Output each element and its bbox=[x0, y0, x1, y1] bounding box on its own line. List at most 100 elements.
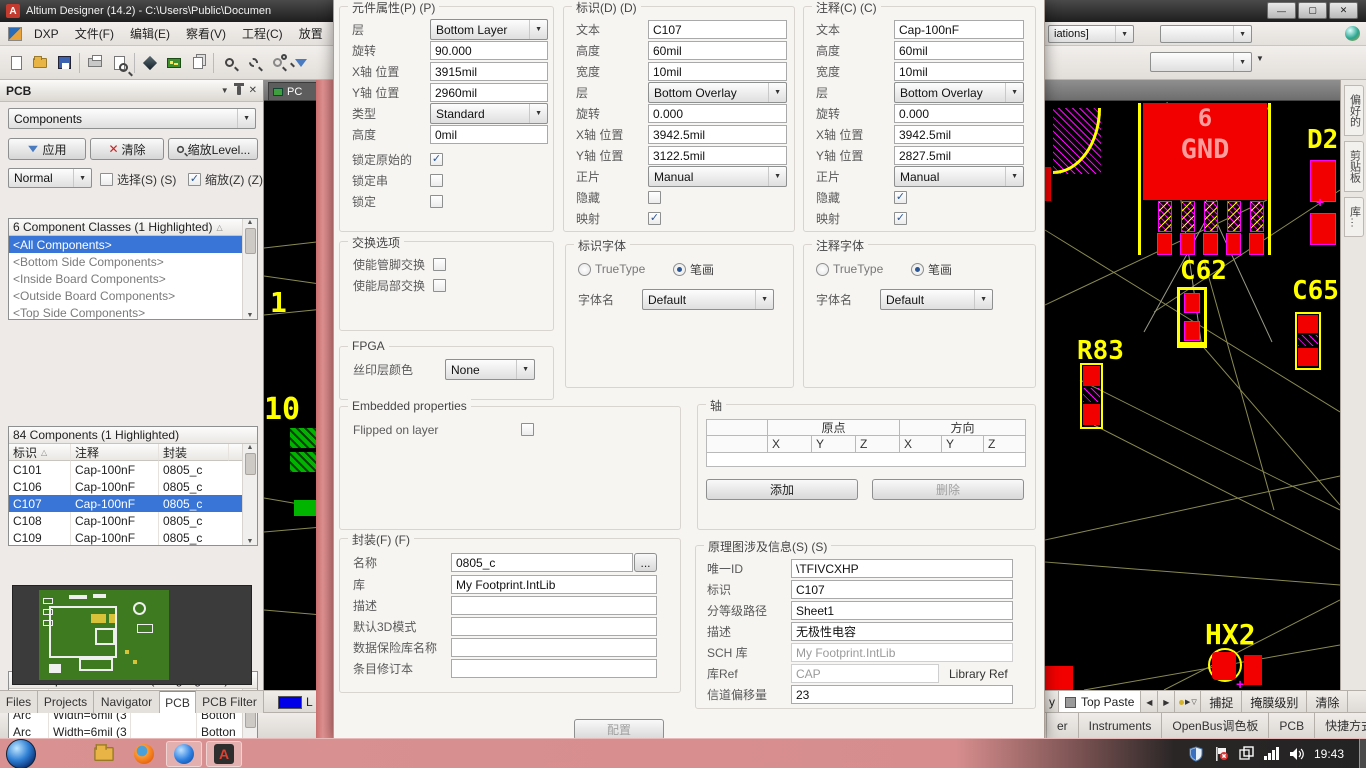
print-preview-icon[interactable] bbox=[107, 50, 131, 76]
taskbar-browser-icon[interactable] bbox=[166, 741, 202, 767]
tab-navigator[interactable]: Navigator bbox=[94, 691, 160, 713]
new-document-icon[interactable] bbox=[4, 50, 28, 76]
board-view-icon[interactable] bbox=[162, 50, 186, 76]
layer-combo[interactable]: Bottom Layer▼ bbox=[430, 19, 548, 40]
maximize-button[interactable]: ▢ bbox=[1298, 2, 1327, 19]
zoom-checkbox[interactable]: ✓ bbox=[188, 173, 201, 186]
clear-filter-button[interactable]: ✕ 清除 bbox=[90, 138, 164, 160]
toolbar-overflow-chevron-icon[interactable]: ▼ bbox=[1256, 54, 1264, 63]
minimize-button[interactable]: — bbox=[1267, 2, 1296, 19]
comment-autoposition-combo[interactable]: Manual▼ bbox=[894, 166, 1024, 187]
bottom-layer-tab-fragment[interactable]: L bbox=[278, 695, 313, 709]
network-signal-icon[interactable] bbox=[1263, 747, 1280, 761]
footprint-description-input[interactable] bbox=[451, 596, 657, 615]
component-row[interactable]: C101Cap-100nF0805_c bbox=[9, 461, 257, 478]
variant-combo[interactable]: iations] ▼ bbox=[1048, 25, 1134, 43]
menu-dxp[interactable]: DXP bbox=[26, 24, 67, 44]
designator-y-input[interactable] bbox=[648, 146, 787, 165]
start-button[interactable] bbox=[6, 739, 36, 768]
col-footprint[interactable]: 封装 bbox=[159, 444, 229, 461]
taskbar-explorer-icon[interactable] bbox=[86, 741, 122, 767]
designator-hide-checkbox[interactable] bbox=[648, 191, 661, 204]
lock-primitives-checkbox[interactable]: ✓ bbox=[430, 153, 443, 166]
component-row[interactable]: C108Cap-100nF0805_c bbox=[9, 512, 257, 529]
axes-add-button[interactable]: 添加 bbox=[706, 479, 858, 500]
type-combo[interactable]: Standard▼ bbox=[430, 103, 548, 124]
menu-project[interactable]: 工程(C) bbox=[234, 22, 291, 45]
tab-files[interactable]: Files bbox=[0, 691, 38, 713]
mask-level-button[interactable]: 掩膜级别 bbox=[1242, 691, 1307, 713]
menu-file[interactable]: 文件(F) bbox=[67, 22, 122, 45]
designator-truetype-radio[interactable] bbox=[578, 263, 591, 276]
comment-stroke-radio[interactable] bbox=[911, 263, 924, 276]
sch-description-input[interactable] bbox=[791, 622, 1013, 641]
toolbar-right-combo[interactable]: ▼ bbox=[1150, 52, 1252, 72]
clock[interactable]: 19:43 bbox=[1314, 747, 1344, 761]
board-preview[interactable] bbox=[12, 585, 252, 685]
col-comment[interactable]: 注释 bbox=[71, 444, 159, 461]
layer-filter-icon[interactable]: ▶▽ bbox=[1175, 691, 1201, 713]
tab-pcb-filter[interactable]: PCB Filter bbox=[196, 691, 264, 713]
secondary-combo[interactable]: ▼ bbox=[1160, 25, 1252, 43]
menu-view[interactable]: 察看(V) bbox=[178, 22, 234, 45]
panels-shortcuts[interactable]: 快捷方式 bbox=[1315, 713, 1366, 738]
dock-tab-clipboard[interactable]: 剪贴板 bbox=[1344, 141, 1364, 192]
footprint-browse-button[interactable]: ... bbox=[634, 553, 657, 572]
apply-button[interactable]: 应用 bbox=[8, 138, 86, 160]
layer-scroll-right[interactable]: ▶ bbox=[1158, 691, 1175, 713]
class-row-top[interactable]: <Top Side Components> bbox=[9, 304, 244, 320]
zoom-level-button[interactable]: 缩放Level... bbox=[168, 138, 258, 160]
channel-offset-input[interactable] bbox=[791, 685, 1013, 704]
comment-rotation-input[interactable] bbox=[894, 104, 1024, 123]
component-row[interactable]: C106Cap-100nF0805_c bbox=[9, 478, 257, 495]
y-position-input[interactable] bbox=[430, 83, 548, 102]
print-icon[interactable] bbox=[83, 50, 107, 76]
comment-width-input[interactable] bbox=[894, 62, 1024, 81]
filter-icon[interactable] bbox=[289, 50, 313, 76]
clipboard-window-icon[interactable] bbox=[1238, 746, 1254, 762]
component-row[interactable]: C109Cap-100nF0805_c bbox=[9, 529, 257, 546]
tab-pcb[interactable]: PCB bbox=[160, 691, 196, 713]
show-desktop-button[interactable] bbox=[1359, 739, 1366, 768]
clear-button[interactable]: 清除 bbox=[1307, 691, 1348, 713]
comment-text-input[interactable] bbox=[894, 20, 1024, 39]
lock-strings-checkbox[interactable] bbox=[430, 174, 443, 187]
open-file-icon[interactable] bbox=[28, 50, 52, 76]
close-button[interactable]: ✕ bbox=[1329, 2, 1358, 19]
designator-layer-combo[interactable]: Bottom Overlay▼ bbox=[648, 82, 787, 103]
rotation-input[interactable] bbox=[430, 41, 548, 60]
class-row-all[interactable]: <All Components> bbox=[9, 236, 244, 253]
layer-scroll-left[interactable]: ◀ bbox=[1141, 691, 1158, 713]
designator-height-input[interactable] bbox=[648, 41, 787, 60]
panel-browser-combo[interactable]: Components ▼ bbox=[8, 108, 256, 129]
height-input[interactable] bbox=[430, 125, 548, 144]
axes-remove-button[interactable]: 删除 bbox=[872, 479, 1024, 500]
volume-icon[interactable] bbox=[1289, 747, 1305, 761]
vault-name-input[interactable] bbox=[451, 638, 657, 657]
zoom-option[interactable]: ✓ 缩放(Z) (Z) bbox=[188, 171, 263, 188]
comment-y-input[interactable] bbox=[894, 146, 1024, 165]
comment-x-input[interactable] bbox=[894, 125, 1024, 144]
copy-window-icon[interactable] bbox=[186, 50, 210, 76]
panels-pcb[interactable]: PCB bbox=[1269, 713, 1315, 738]
hierarchical-path-input[interactable] bbox=[791, 601, 1013, 620]
taskbar-firefox-icon[interactable] bbox=[126, 741, 162, 767]
panels-instruments[interactable]: Instruments bbox=[1079, 713, 1163, 738]
comment-height-input[interactable] bbox=[894, 41, 1024, 60]
menu-place[interactable]: 放置 bbox=[291, 22, 331, 45]
dock-tab-favorites[interactable]: 偏好的 bbox=[1344, 85, 1364, 136]
select-checkbox[interactable] bbox=[100, 173, 113, 186]
footprint-name-input[interactable] bbox=[451, 553, 633, 572]
select-option[interactable]: 选择(S) (S) bbox=[100, 171, 176, 188]
panels-fragment[interactable]: er bbox=[1046, 713, 1079, 738]
sch-designator-input[interactable] bbox=[791, 580, 1013, 599]
comment-truetype-radio[interactable] bbox=[816, 263, 829, 276]
security-shield-icon[interactable] bbox=[1188, 746, 1204, 762]
component-row-selected[interactable]: C107Cap-100nF0805_c bbox=[9, 495, 257, 512]
enable-pin-swap-checkbox[interactable] bbox=[433, 258, 446, 271]
lock-checkbox[interactable] bbox=[430, 195, 443, 208]
gem-icon[interactable] bbox=[138, 50, 162, 76]
designator-stroke-radio[interactable] bbox=[673, 263, 686, 276]
layer-tab-fragment[interactable]: y bbox=[1046, 691, 1059, 713]
dock-tab-libraries[interactable]: 库… bbox=[1344, 197, 1364, 237]
